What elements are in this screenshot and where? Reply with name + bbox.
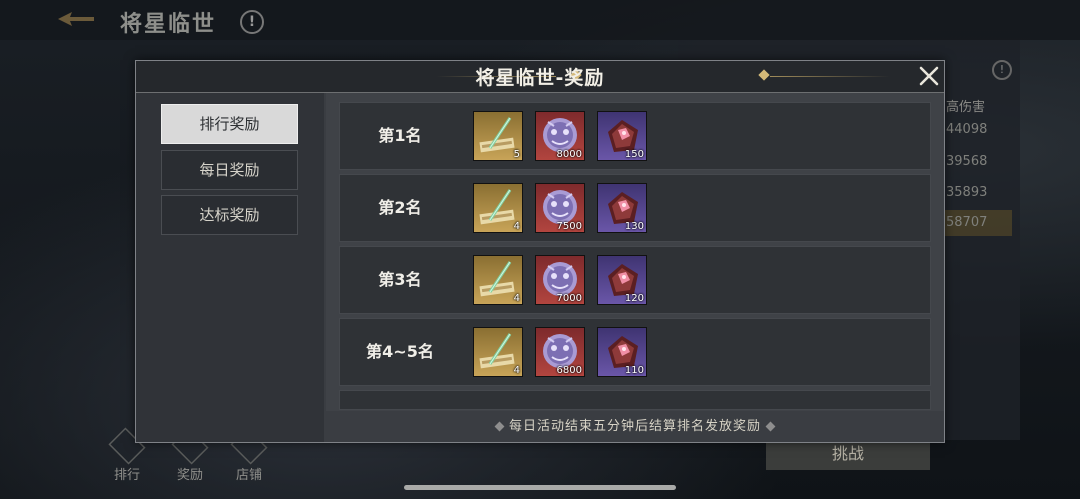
damage-value: 35893: [946, 185, 988, 200]
reward-tabs: 排行奖励 每日奖励 达标奖励: [136, 93, 324, 442]
rank-label: 第1名: [378, 126, 422, 145]
damage-value: 39568: [946, 154, 988, 169]
item-count: 150: [624, 149, 644, 160]
page-title: 将星临世: [120, 12, 217, 37]
item-count: 4: [513, 293, 520, 304]
home-indicator[interactable]: [404, 485, 676, 490]
settlement-note-text: 每日活动结束五分钟后结算排名发放奖励: [508, 419, 761, 434]
tab-ranking-reward[interactable]: 排行奖励: [161, 104, 298, 144]
damage-value: 44098: [946, 122, 988, 137]
nav-label: 奖励: [176, 468, 203, 483]
scroll-icon[interactable]: 4: [473, 183, 523, 233]
panel-info-icon[interactable]: !: [992, 60, 1012, 80]
reward-row: 第4~5名 4 6800 110: [339, 318, 931, 386]
reward-row: 第1名 5 8000 150: [339, 102, 931, 170]
nav-label: 店铺: [235, 468, 262, 483]
top-bar: 将星临世 !: [0, 0, 1080, 40]
item-count: 6800: [556, 365, 582, 376]
item-count: 120: [624, 293, 644, 304]
gem-icon[interactable]: 110: [597, 327, 647, 377]
tiger-badge-icon[interactable]: 7500: [535, 183, 585, 233]
gem-icon[interactable]: 130: [597, 183, 647, 233]
tiger-badge-icon[interactable]: 6800: [535, 327, 585, 377]
item-count: 110: [624, 365, 644, 376]
reward-list[interactable]: 第1名 5 8000 150 第2名 4 7500 130 第3名 4 7000 120 第4~5名 4 6…: [326, 93, 944, 442]
damage-value: 58707: [946, 215, 988, 230]
reward-row: 第2名 4 7500 130: [339, 174, 931, 242]
item-count: 7000: [556, 293, 582, 304]
item-count: 4: [513, 221, 520, 232]
tiger-badge-icon[interactable]: 8000: [535, 111, 585, 161]
reward-row-partial: [339, 390, 931, 410]
dialog-header: 将星临世-奖励: [136, 61, 944, 93]
tab-daily-reward[interactable]: 每日奖励: [161, 150, 298, 190]
gem-icon[interactable]: 150: [597, 111, 647, 161]
reward-row: 第3名 4 7000 120: [339, 246, 931, 314]
settlement-note: 每日活动结束五分钟后结算排名发放奖励: [326, 411, 944, 442]
rank-label: 第3名: [378, 270, 422, 289]
tiger-badge-icon[interactable]: 7000: [535, 255, 585, 305]
item-count: 130: [624, 221, 644, 232]
damage-header: 高伤害: [946, 100, 986, 115]
note-diamond-left: [494, 421, 505, 432]
tab-milestone-reward[interactable]: 达标奖励: [161, 195, 298, 235]
scroll-icon[interactable]: 5: [473, 111, 523, 161]
back-icon[interactable]: [56, 10, 96, 28]
title-ornament-right: [770, 76, 890, 77]
item-count: 4: [513, 365, 520, 376]
info-icon[interactable]: !: [240, 10, 264, 34]
item-count: 8000: [556, 149, 582, 160]
scroll-icon[interactable]: 4: [473, 255, 523, 305]
note-diamond-right: [765, 421, 776, 432]
close-icon[interactable]: [918, 65, 940, 87]
gem-icon[interactable]: 120: [597, 255, 647, 305]
scroll-icon[interactable]: 4: [473, 327, 523, 377]
nav-label: 排行: [113, 468, 140, 483]
item-count: 5: [513, 149, 520, 160]
rank-label: 第4~5名: [366, 342, 434, 361]
item-count: 7500: [556, 221, 582, 232]
reward-dialog: 将星临世-奖励 排行奖励 每日奖励 达标奖励 第1名 5 8000 150 第2名 4 75…: [135, 60, 945, 443]
rank-label: 第2名: [378, 198, 422, 217]
